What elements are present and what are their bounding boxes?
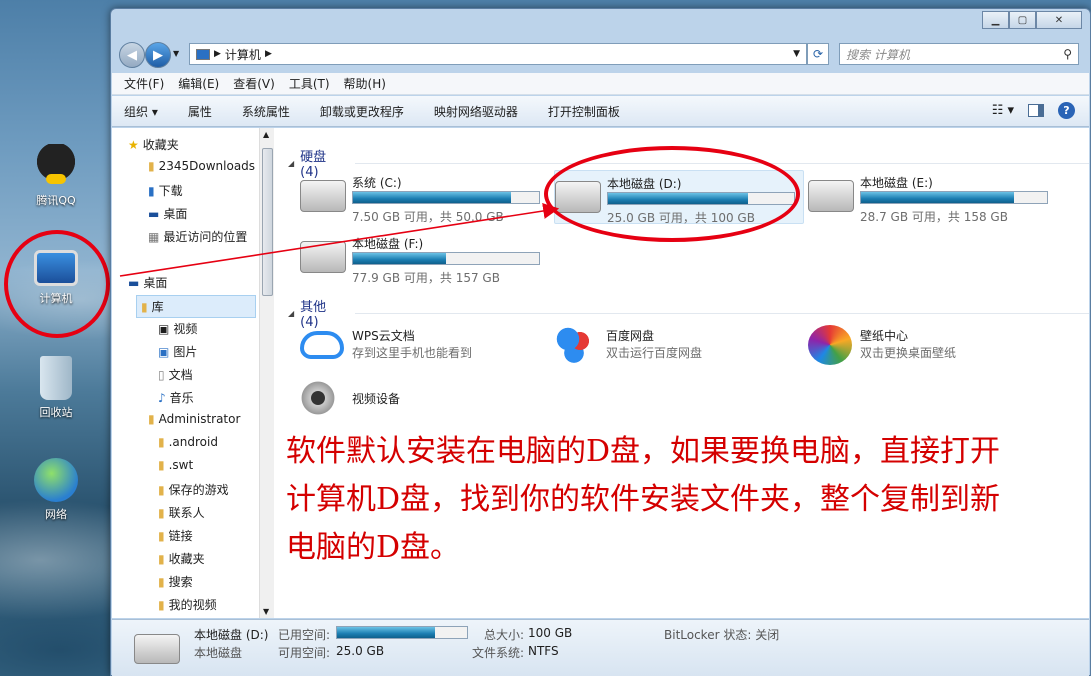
annotation-arrow (119, 203, 560, 277)
annotation-text: 软件默认安装在电脑的D盘，如果要换电脑，直接打开计算机D盘，找到你的软件安装文件… (286, 434, 1001, 565)
arrow-line (119, 203, 560, 277)
